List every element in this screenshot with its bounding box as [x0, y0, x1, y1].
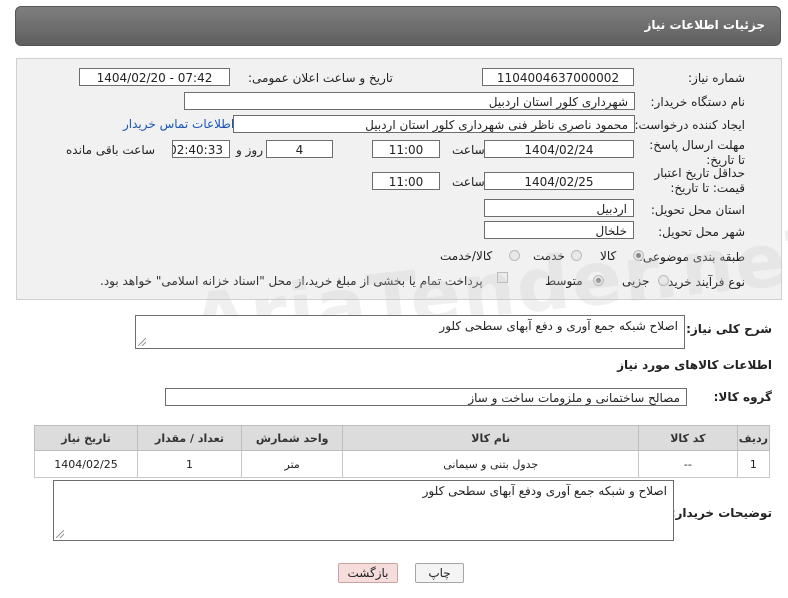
resize-grip-icon[interactable]	[56, 530, 64, 538]
deadline-date-field[interactable]: 1404/02/24	[484, 140, 634, 158]
process-medium-label: متوسط	[545, 274, 583, 288]
remaining-label: ساعت باقی مانده	[66, 143, 156, 157]
page-header: جزئیات اطلاعات نیاز	[15, 6, 781, 46]
goods-group-label: گروه کالا:	[713, 390, 772, 404]
cell-date: 1404/02/25	[34, 450, 138, 478]
creator-label: ایجاد کننده درخواست:	[634, 118, 745, 132]
col-unit: واحد شمارش	[240, 425, 344, 451]
print-button[interactable]: چاپ	[415, 563, 464, 583]
buyer-notes-textarea[interactable]: اصلاح و شبکه جمع آوری ودفع آبهای سطحی کل…	[53, 480, 674, 541]
col-date: تاریخ نیاز	[34, 425, 138, 451]
col-quantity: تعداد / مقدار	[137, 425, 242, 451]
validity-label: حداقل تاریخ اعتبار قیمت: تا تاریخ:	[654, 166, 745, 195]
category-goods-radio[interactable]	[633, 250, 644, 261]
goods-group-field[interactable]: مصالح ساختمانی و ملزومات ساخت و ساز	[165, 388, 687, 406]
process-minor-label: جزیی	[622, 274, 650, 288]
deadline-time-label: ساعت	[452, 143, 485, 157]
description-text: اصلاح شبکه جمع آوری و دفع آبهای سطحی کلو…	[439, 319, 678, 333]
validity-time-label: ساعت	[452, 175, 485, 189]
deadline-label: مهلت ارسال پاسخ: تا تاریخ:	[649, 138, 745, 167]
treasury-payment-note: پرداخت تمام یا بخشی از مبلغ خرید،از محل …	[100, 274, 483, 288]
buyer-contact-link[interactable]: اطلاعات تماس خریدار	[123, 117, 234, 131]
cell-code: --	[638, 450, 738, 478]
treasury-payment-checkbox[interactable]	[497, 272, 508, 283]
province-field[interactable]: اردبیل	[484, 199, 634, 217]
goods-table-header: ردیف کد کالا نام کالا واحد شمارش تعداد /…	[34, 425, 771, 451]
buyer-org-label: نام دستگاه خریدار:	[650, 95, 746, 109]
need-number-field[interactable]: 1104004637000002	[482, 68, 634, 86]
cell-row: 1	[736, 450, 771, 478]
page-title: جزئیات اطلاعات نیاز	[644, 18, 765, 32]
city-field[interactable]: خلخال	[484, 221, 634, 239]
process-medium-radio[interactable]	[593, 275, 604, 286]
cell-name: جدول بتنی و سیمانی	[342, 450, 639, 478]
process-minor-radio[interactable]	[658, 275, 669, 286]
goods-section-title: اطلاعات کالاهای مورد نیاز	[617, 358, 772, 372]
resize-grip-icon[interactable]	[138, 338, 146, 346]
category-label: طبقه بندی موضوعی:	[638, 250, 745, 264]
days-field[interactable]: 4	[266, 140, 333, 158]
col-row: ردیف	[736, 425, 771, 451]
need-number-label: شماره نیاز:	[688, 71, 745, 85]
category-service-label: خدمت	[533, 249, 565, 263]
deadline-time-field[interactable]: 11:00	[372, 140, 440, 158]
goods-table: ردیف کد کالا نام کالا واحد شمارش تعداد /…	[34, 425, 771, 478]
description-textarea[interactable]: اصلاح شبکه جمع آوری و دفع آبهای سطحی کلو…	[135, 315, 685, 349]
buyer-notes-label: توضیحات خریدار:	[670, 506, 772, 520]
validity-time-field[interactable]: 11:00	[372, 172, 440, 190]
announce-field[interactable]: 1404/02/20 - 07:42	[79, 68, 230, 86]
days-label: روز و	[236, 143, 263, 157]
cell-quantity: 1	[137, 450, 242, 478]
table-row[interactable]: 1 -- جدول بتنی و سیمانی متر 1 1404/02/25	[34, 450, 771, 478]
process-label: نوع فرآیند خرید :	[660, 275, 745, 289]
category-both-label: کالا/خدمت	[440, 249, 493, 263]
description-label: شرح کلی نیاز:	[686, 322, 772, 336]
city-label: شهر محل تحویل:	[658, 225, 745, 239]
cell-unit: متر	[240, 450, 344, 478]
buyer-notes-text: اصلاح و شبکه جمع آوری ودفع آبهای سطحی کل…	[422, 484, 667, 498]
category-service-radio[interactable]	[571, 250, 582, 261]
validity-date-field[interactable]: 1404/02/25	[484, 172, 634, 190]
col-name: نام کالا	[342, 425, 639, 451]
buyer-org-field[interactable]: شهرداری کلور استان اردبیل	[184, 92, 635, 110]
announce-label: تاریخ و ساعت اعلان عمومی:	[248, 71, 393, 85]
creator-field[interactable]: محمود ناصری ناظر فنی شهرداری کلور استان …	[233, 115, 635, 133]
category-both-radio[interactable]	[509, 250, 520, 261]
province-label: استان محل تحویل:	[650, 203, 745, 217]
back-button[interactable]: بازگشت	[338, 563, 398, 583]
col-code: کد کالا	[638, 425, 738, 451]
category-goods-label: کالا	[600, 249, 617, 263]
remaining-time-field[interactable]: 02:40:33	[172, 140, 230, 158]
